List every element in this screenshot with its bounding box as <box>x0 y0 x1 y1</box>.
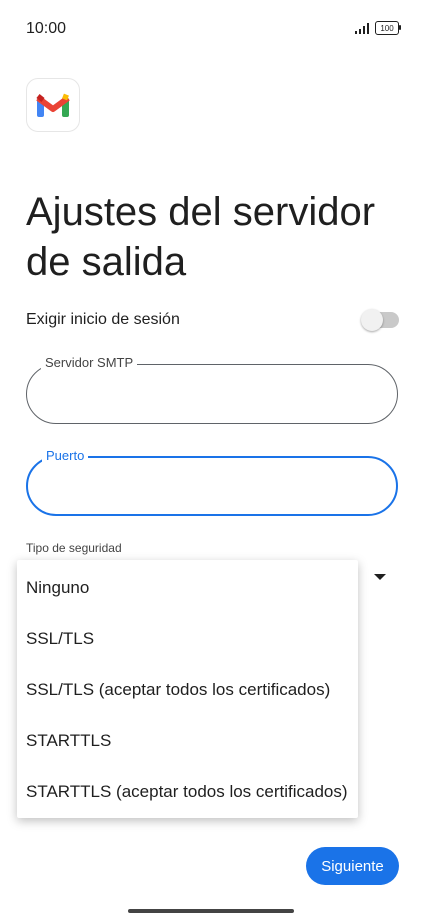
menu-item-starttls-accept-all[interactable]: STARTTLS (aceptar todos los certificados… <box>17 766 358 817</box>
status-bar: 10:00 100 <box>0 0 425 60</box>
menu-item-none[interactable]: Ninguno <box>17 562 358 613</box>
security-type-menu: Ninguno SSL/TLS SSL/TLS (aceptar todos l… <box>17 560 358 818</box>
require-login-toggle[interactable] <box>361 309 399 331</box>
next-button[interactable]: Siguiente <box>306 847 399 885</box>
toggle-knob <box>361 309 383 331</box>
port-field: Puerto <box>26 448 398 516</box>
battery-level: 100 <box>380 23 394 33</box>
port-input[interactable] <box>46 472 378 502</box>
battery-icon: 100 <box>375 21 401 35</box>
gmail-logo-icon <box>26 78 80 132</box>
menu-item-starttls[interactable]: STARTTLS <box>17 715 358 766</box>
port-label: Puerto <box>42 448 89 463</box>
require-login-label: Exigir inicio de sesión <box>26 311 180 328</box>
smtp-server-input[interactable] <box>45 379 379 409</box>
security-type-label: Tipo de seguridad <box>26 541 122 555</box>
smtp-server-field: Servidor SMTP <box>26 355 398 424</box>
menu-item-ssl-tls[interactable]: SSL/TLS <box>17 613 358 664</box>
signal-icon <box>355 22 369 34</box>
status-icons: 100 <box>355 21 401 35</box>
status-time: 10:00 <box>26 20 67 37</box>
dropdown-arrow-icon[interactable] <box>374 574 386 580</box>
menu-item-ssl-tls-accept-all[interactable]: SSL/TLS (aceptar todos los certificados) <box>17 664 358 715</box>
home-indicator[interactable] <box>128 909 294 913</box>
require-login-row: Exigir inicio de sesión <box>26 306 399 334</box>
page-title: Ajustes del servidor de salida <box>26 189 376 284</box>
smtp-server-label: Servidor SMTP <box>41 355 138 370</box>
